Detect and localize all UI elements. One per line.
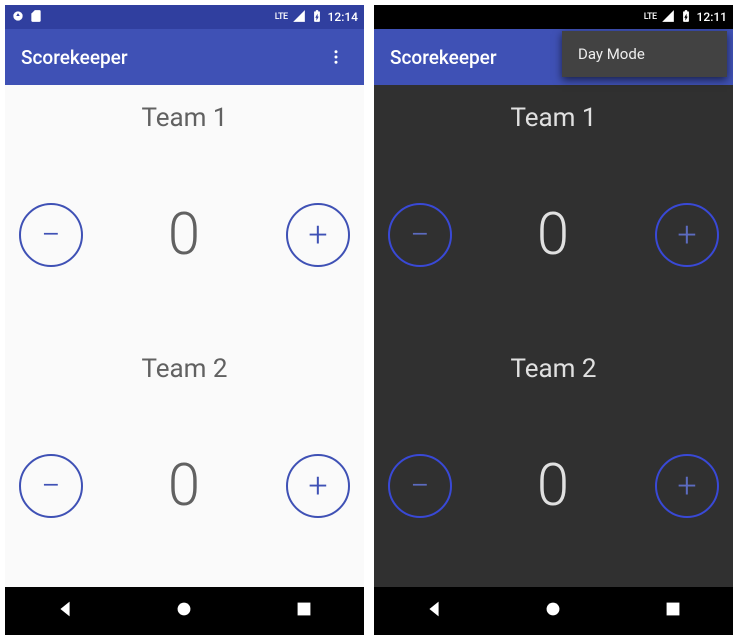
team2-plus-button[interactable]: + <box>286 454 350 518</box>
team2-minus-button[interactable]: − <box>388 454 452 518</box>
team1-label: Team 1 <box>510 103 596 133</box>
team1-score: 0 <box>537 201 570 269</box>
team1-plus-button[interactable]: + <box>655 203 719 267</box>
lte-icon: LTE <box>275 12 288 22</box>
menu-item-day-mode[interactable]: Day Mode <box>578 45 645 63</box>
map-marker-icon <box>11 9 25 26</box>
battery-charging-icon <box>310 9 324 26</box>
team1-plus-button[interactable]: + <box>286 203 350 267</box>
team1-block: Team 1 − 0 + <box>374 85 733 336</box>
nav-home-button[interactable] <box>173 598 195 624</box>
app-title: Scorekeeper <box>21 46 324 69</box>
team2-score: 0 <box>168 452 201 520</box>
content-area: Team 1 − 0 + Team 2 − 0 + <box>5 85 364 587</box>
sd-card-icon <box>29 9 43 26</box>
nav-recent-button[interactable] <box>662 598 684 624</box>
team2-label: Team 2 <box>141 354 227 384</box>
status-bar: LTE 12:11 <box>374 5 733 29</box>
team2-score-row: − 0 + <box>374 384 733 587</box>
lte-icon: LTE <box>644 12 657 22</box>
team1-score: 0 <box>168 201 201 269</box>
team2-block: Team 2 − 0 + <box>374 336 733 587</box>
content-area: Team 1 − 0 + Team 2 − 0 + <box>374 85 733 587</box>
nav-back-button[interactable] <box>54 598 76 624</box>
battery-charging-icon <box>679 9 693 26</box>
team1-minus-button[interactable]: − <box>388 203 452 267</box>
team2-score: 0 <box>537 452 570 520</box>
navigation-bar <box>5 587 364 635</box>
phone-dark: LTE 12:11 Scorekeeper Day Mode Team 1 − … <box>374 5 733 635</box>
team2-score-row: − 0 + <box>5 384 364 587</box>
team1-score-row: − 0 + <box>374 133 733 336</box>
status-clock: 12:11 <box>697 10 727 24</box>
team1-label: Team 1 <box>141 103 227 133</box>
team2-plus-button[interactable]: + <box>655 454 719 518</box>
status-clock: 12:14 <box>328 10 358 24</box>
team2-minus-button[interactable]: − <box>19 454 83 518</box>
team2-label: Team 2 <box>510 354 596 384</box>
team2-block: Team 2 − 0 + <box>5 336 364 587</box>
signal-icon <box>292 9 306 26</box>
phone-light: LTE 12:14 Scorekeeper Team 1 − 0 + Team … <box>5 5 364 635</box>
team1-minus-button[interactable]: − <box>19 203 83 267</box>
app-bar: Scorekeeper <box>5 29 364 85</box>
navigation-bar <box>374 587 733 635</box>
team1-block: Team 1 − 0 + <box>5 85 364 336</box>
nav-back-button[interactable] <box>423 598 445 624</box>
team1-score-row: − 0 + <box>5 133 364 336</box>
popup-menu: Day Mode <box>562 31 727 77</box>
overflow-menu-button[interactable] <box>324 45 348 69</box>
signal-icon <box>661 9 675 26</box>
nav-recent-button[interactable] <box>293 598 315 624</box>
status-bar: LTE 12:14 <box>5 5 364 29</box>
nav-home-button[interactable] <box>542 598 564 624</box>
